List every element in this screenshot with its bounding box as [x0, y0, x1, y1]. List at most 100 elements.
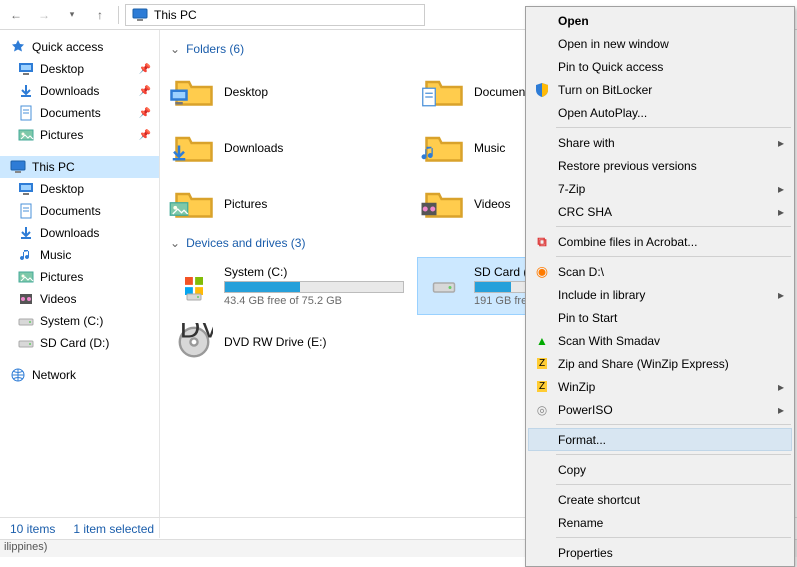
pictures-icon — [18, 269, 34, 285]
breadcrumb[interactable]: This PC — [125, 4, 425, 26]
menu-scan-d-[interactable]: ◉ Scan D:\ — [528, 260, 792, 283]
drive-label: System (C:) — [224, 265, 404, 279]
pc-icon — [132, 7, 148, 23]
pictures-icon — [18, 127, 34, 143]
menu-combine-files-in-acrobat-[interactable]: ⧉ Combine files in Acrobat... — [528, 230, 792, 253]
menu-separator — [556, 256, 791, 257]
tree-item-pictures[interactable]: Pictures 📌 — [0, 124, 159, 146]
tree-item-label: Desktop — [40, 62, 84, 76]
menu-label: Turn on BitLocker — [558, 83, 652, 97]
menu-copy[interactable]: Copy — [528, 458, 792, 481]
folder-label: Downloads — [224, 141, 283, 155]
recent-dropdown[interactable]: ▾ — [60, 3, 84, 27]
menu-zip-and-share-winzip-express-[interactable]: Z Zip and Share (WinZip Express) — [528, 352, 792, 375]
smadav-icon: ▲ — [534, 333, 550, 349]
forward-button[interactable]: → — [32, 3, 56, 27]
menu-label: Format... — [558, 433, 606, 447]
drive-icon — [424, 266, 464, 306]
star-icon — [10, 39, 26, 55]
menu-label: Create shortcut — [558, 493, 640, 507]
tree-item-downloads[interactable]: Downloads 📌 — [0, 80, 159, 102]
menu-open-in-new-window[interactable]: Open in new window — [528, 32, 792, 55]
tree-item-label: SD Card (D:) — [40, 336, 109, 350]
folder-pictures[interactable]: Pictures — [168, 176, 418, 232]
documents-icon — [18, 203, 34, 219]
folder-label: Pictures — [224, 197, 267, 211]
tree-item-pictures[interactable]: Pictures — [0, 266, 159, 288]
back-button[interactable]: ← — [4, 3, 28, 27]
menu-label: Zip and Share (WinZip Express) — [558, 357, 729, 371]
pin-icon: 📌 — [139, 108, 151, 119]
menu-open-autoplay-[interactable]: Open AutoPlay... — [528, 101, 792, 124]
menu-label: Open in new window — [558, 37, 669, 51]
tree-item-music[interactable]: Music — [0, 244, 159, 266]
tree-item-sd-card-d-[interactable]: SD Card (D:) — [0, 332, 159, 354]
menu-separator — [556, 424, 791, 425]
tree-item-system-c-[interactable]: System (C:) — [0, 310, 159, 332]
tree-item-desktop[interactable]: Desktop — [0, 178, 159, 200]
context-menu: Open Open in new window Pin to Quick acc… — [525, 6, 795, 567]
menu-pin-to-quick-access[interactable]: Pin to Quick access — [528, 55, 792, 78]
folder-icon — [174, 128, 214, 168]
chevron-down-icon: ⌄ — [170, 42, 180, 56]
divider — [118, 6, 119, 24]
downloads-icon — [18, 83, 34, 99]
submenu-arrow-icon: ▸ — [778, 403, 784, 417]
menu-separator — [556, 484, 791, 485]
menu-format-[interactable]: Format... — [528, 428, 792, 451]
drive-icon — [18, 335, 34, 351]
tree-item-desktop[interactable]: Desktop 📌 — [0, 58, 159, 80]
menu-label: PowerISO — [558, 403, 613, 417]
menu-scan-with-smadav[interactable]: ▲ Scan With Smadav — [528, 329, 792, 352]
menu-label: Restore previous versions — [558, 159, 697, 173]
menu-restore-previous-versions[interactable]: Restore previous versions — [528, 154, 792, 177]
pin-icon: 📌 — [139, 86, 151, 97]
folder-downloads[interactable]: Downloads — [168, 120, 418, 176]
menu-label: Rename — [558, 516, 603, 530]
documents-icon — [18, 105, 34, 121]
menu-winzip[interactable]: Z WinZip ▸ — [528, 375, 792, 398]
menu-include-in-library[interactable]: Include in library ▸ — [528, 283, 792, 306]
menu-create-shortcut[interactable]: Create shortcut — [528, 488, 792, 511]
tree-quick-access[interactable]: Quick access — [0, 36, 159, 58]
up-button[interactable]: ↑ — [88, 3, 112, 27]
menu-open[interactable]: Open — [528, 9, 792, 32]
folder-label: Videos — [474, 197, 510, 211]
menu-share-with[interactable]: Share with ▸ — [528, 131, 792, 154]
menu-poweriso[interactable]: ◎ PowerISO ▸ — [528, 398, 792, 421]
tree-this-pc[interactable]: This PC — [0, 156, 159, 178]
tree-item-documents[interactable]: Documents — [0, 200, 159, 222]
breadcrumb-text: This PC — [154, 8, 197, 22]
music-icon — [18, 247, 34, 263]
pin-icon: 📌 — [139, 130, 151, 141]
drive-dvd-rw-drive-e-[interactable]: DVD RW Drive (E:) — [168, 314, 418, 370]
tree-item-videos[interactable]: Videos — [0, 288, 159, 310]
menu-properties[interactable]: Properties — [528, 541, 792, 564]
drive-icon — [174, 322, 214, 362]
capacity-bar — [224, 281, 404, 293]
avast-icon: ◉ — [534, 264, 550, 280]
status-selection: 1 item selected — [73, 522, 154, 536]
menu--zip[interactable]: 7-Zip ▸ — [528, 177, 792, 200]
folder-desktop[interactable]: Desktop — [168, 64, 418, 120]
videos-icon — [18, 291, 34, 307]
menu-label: Copy — [558, 463, 586, 477]
menu-label: CRC SHA — [558, 205, 612, 219]
menu-label: Combine files in Acrobat... — [558, 235, 697, 249]
drive-system-c-[interactable]: System (C:) 43.4 GB free of 75.2 GB — [168, 258, 418, 314]
menu-pin-to-start[interactable]: Pin to Start — [528, 306, 792, 329]
menu-label: Open — [558, 14, 589, 28]
menu-rename[interactable]: Rename — [528, 511, 792, 534]
drive-label: DVD RW Drive (E:) — [224, 335, 326, 349]
poweriso-icon: ◎ — [534, 402, 550, 418]
menu-crc-sha[interactable]: CRC SHA ▸ — [528, 200, 792, 223]
tree-network[interactable]: Network — [0, 364, 159, 386]
menu-label: Properties — [558, 546, 613, 560]
menu-label: 7-Zip — [558, 182, 585, 196]
tree-item-downloads[interactable]: Downloads — [0, 222, 159, 244]
menu-separator — [556, 226, 791, 227]
downloads-icon — [18, 225, 34, 241]
menu-turn-on-bitlocker[interactable]: Turn on BitLocker — [528, 78, 792, 101]
tree-item-documents[interactable]: Documents 📌 — [0, 102, 159, 124]
tree-item-label: Downloads — [40, 226, 99, 240]
